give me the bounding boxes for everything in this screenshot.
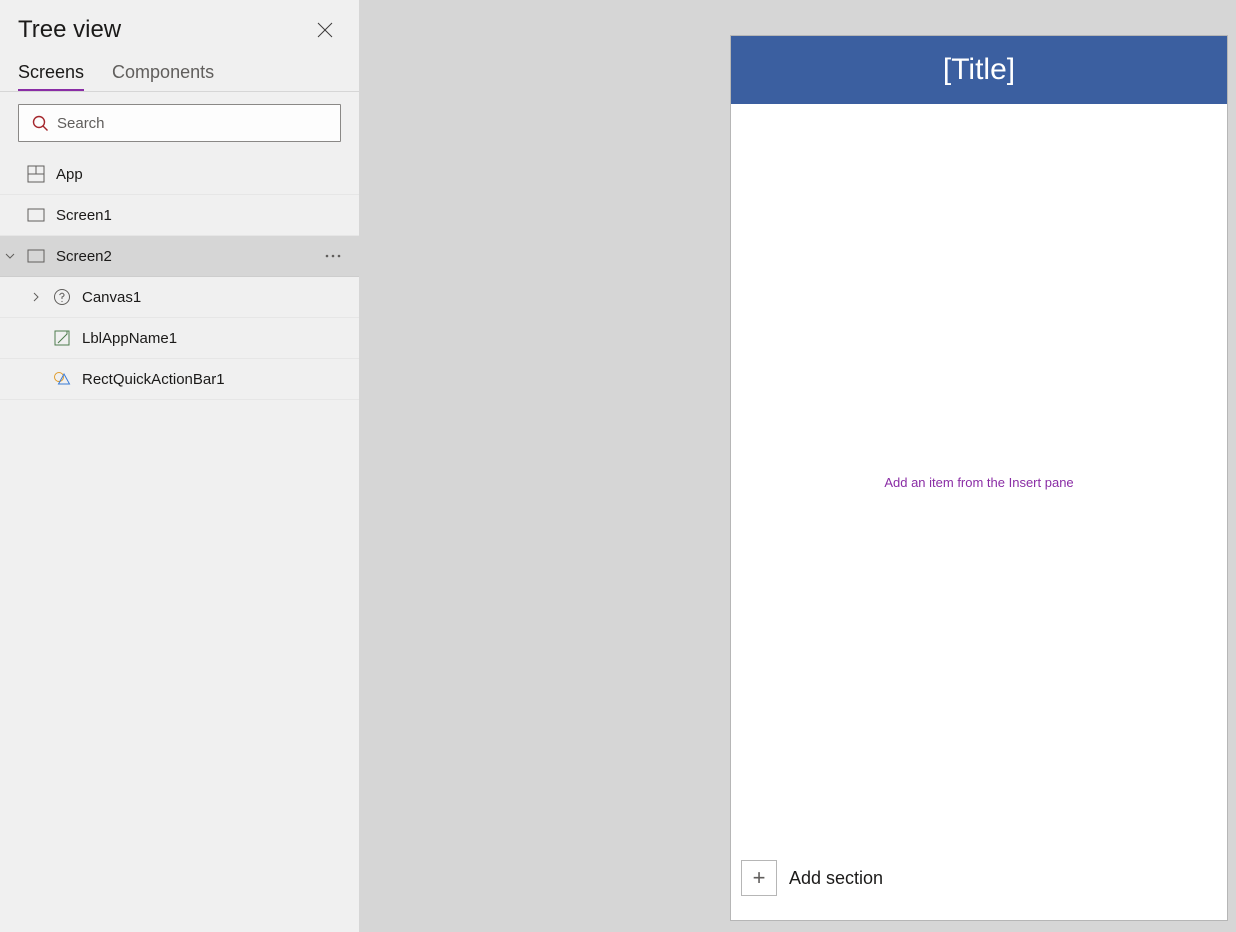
tree-node-label: Screen2 — [56, 248, 319, 265]
tree-view-panel: Tree view Screens Components App Screen1 — [0, 0, 360, 932]
search-box[interactable] — [18, 104, 341, 142]
plus-icon: + — [753, 865, 766, 891]
tree-view-title: Tree view — [18, 16, 121, 44]
search-icon — [31, 114, 49, 132]
search-input[interactable] — [57, 115, 328, 132]
tree-node-label: App — [56, 166, 347, 183]
tree-node-label: RectQuickActionBar1 — [82, 371, 347, 388]
tree-node-label: LblAppName1 — [82, 330, 347, 347]
title-bar[interactable]: [Title] — [731, 36, 1227, 104]
canvas-area: [Title] Add an item from the Insert pane… — [360, 0, 1236, 932]
tab-components[interactable]: Components — [112, 62, 214, 91]
artboard-body[interactable]: Add an item from the Insert pane — [731, 104, 1227, 920]
more-options-button[interactable] — [319, 242, 347, 270]
search-container — [0, 92, 359, 154]
tree-node-rectquickactionbar1[interactable]: RectQuickActionBar1 — [0, 359, 359, 400]
add-section-bar[interactable]: + Add section — [741, 860, 883, 896]
tab-screens[interactable]: Screens — [18, 62, 84, 91]
tree-node-canvas1[interactable]: Canvas1 — [0, 277, 359, 318]
insert-placeholder-text: Add an item from the Insert pane — [884, 475, 1073, 490]
close-panel-button[interactable] — [309, 14, 341, 46]
close-icon — [316, 21, 334, 39]
label-icon — [52, 329, 72, 347]
tree-node-screen2[interactable]: Screen2 — [0, 236, 359, 277]
tree-node-label: Canvas1 — [82, 289, 347, 306]
title-text: [Title] — [943, 53, 1015, 87]
tree-node-screen1[interactable]: Screen1 — [0, 195, 359, 236]
expand-icon[interactable] — [30, 291, 52, 303]
tree-view-header: Tree view — [0, 0, 359, 54]
tree-node-lblappname1[interactable]: LblAppName1 — [0, 318, 359, 359]
help-circle-icon — [52, 288, 72, 306]
screen-icon — [26, 247, 46, 265]
shape-icon — [52, 370, 72, 388]
tree-node-label: Screen1 — [56, 207, 347, 224]
app-icon — [26, 165, 46, 183]
screen-icon — [26, 206, 46, 224]
tree-list: App Screen1 Screen2 — [0, 154, 359, 932]
add-section-button[interactable]: + — [741, 860, 777, 896]
tree-view-tabs: Screens Components — [0, 54, 359, 92]
tree-node-app[interactable]: App — [0, 154, 359, 195]
artboard-screen2[interactable]: [Title] Add an item from the Insert pane… — [730, 35, 1228, 921]
add-section-label: Add section — [789, 868, 883, 889]
collapse-icon[interactable] — [4, 250, 26, 262]
